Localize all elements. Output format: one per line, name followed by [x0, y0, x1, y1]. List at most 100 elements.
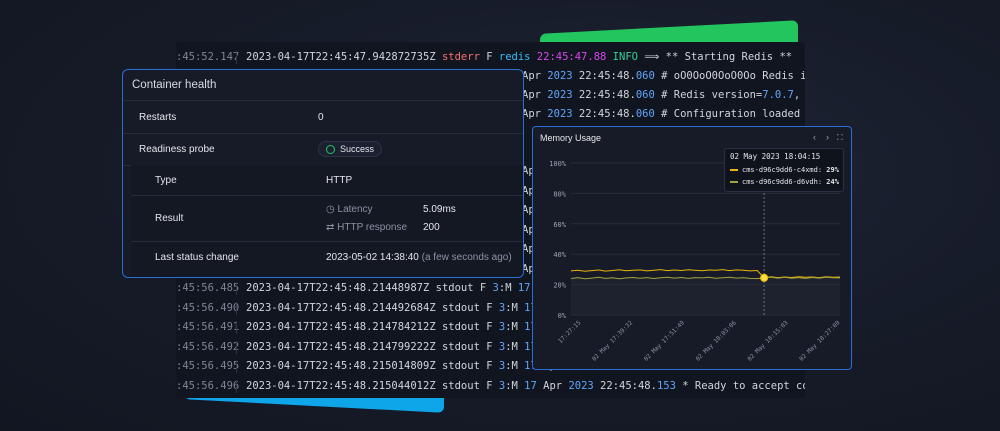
log-token: redis — [498, 51, 531, 63]
status-text: Success — [340, 144, 375, 154]
log-token: # oO0OoO0OoO0Oo Redis is st — [661, 70, 805, 82]
type-row: Type HTTP — [131, 165, 523, 196]
log-token: 2023-04-17T22:45:48.214799222Z stdout F — [246, 340, 499, 353]
log-token: ⟹ ** Starting Redis ** — [637, 51, 793, 63]
success-circle-icon — [326, 144, 335, 154]
series-2-swatch — [730, 181, 738, 183]
last-status-row: Last status change 2023-05-02 14:38:40 (… — [131, 242, 523, 272]
log-line: Apr 2023 22:45:48.060 # Redis version=7.… — [522, 86, 805, 105]
result-row: Result ◷ Latency 5.09ms ⇄ HTTP response … — [131, 196, 523, 242]
last-status-relative: (a few seconds ago) — [421, 252, 512, 263]
x-tick-label: 02 May 18:27:00 — [798, 319, 842, 363]
exchange-arrows-icon: ⇄ — [326, 222, 335, 233]
y-tick-label: 100% — [549, 160, 567, 168]
log-separator — [236, 379, 237, 393]
x-tick-label: 02 May 18:03:06 — [695, 319, 739, 363]
chart-tooltip: 02 May 2023 18:04:15 cms-d96c9dd6-c4xmd:… — [724, 148, 844, 192]
panel-title: Container health — [123, 70, 523, 101]
log-token: 153 — [656, 379, 676, 392]
log-token: # Redis version= — [654, 89, 763, 101]
latency-label: Latency — [337, 204, 373, 215]
log-timestamp: :45:56.496 — [176, 379, 240, 392]
log-message: 2023-04-17T22:45:48.214492684Z stdout F … — [246, 299, 562, 318]
log-token: Apr — [536, 379, 569, 392]
log-token: :M — [505, 321, 525, 333]
log-timestamp: :45:56.485 — [176, 282, 240, 294]
log-timestamp: :45:52.147 — [176, 51, 240, 63]
y-tick-label: 0% — [558, 312, 567, 320]
log-token: :M — [505, 301, 525, 314]
log-token: Apr — [522, 108, 548, 120]
log-message: 2023-04-17T22:45:48.215014809Z stdout F … — [246, 357, 562, 376]
log-line: :45:52.147 2023-04-17T22:45:47.942872735Z… — [176, 48, 792, 67]
series-1-swatch — [730, 169, 738, 171]
log-line: :45:56.495 2023-04-17T22:45:48.215014809Z… — [176, 357, 562, 376]
log-line: Apr 2023 22:45:48.060 # Configuration lo… — [522, 105, 800, 124]
log-token: 22:45:48. — [572, 89, 636, 101]
log-timestamp: :45:56.495 — [176, 360, 240, 372]
readiness-row: Readiness probe Success — [123, 134, 523, 166]
tooltip-item-1-value: 29% — [826, 166, 839, 174]
log-token: 2023-04-17T22:45:47.942872735Z — [246, 51, 442, 63]
log-token: Apr — [522, 89, 548, 101]
http-response-label: HTTP response — [337, 222, 408, 233]
restarts-label: Restarts — [139, 112, 177, 123]
log-token: F — [479, 51, 499, 63]
area-fill — [571, 277, 840, 315]
log-token: 2023 — [568, 379, 594, 392]
tooltip-item-1: cms-d96c9dd6-c4xmd: 29% — [730, 166, 839, 174]
log-token: :M — [505, 379, 525, 392]
log-line: :45:56.496 2023-04-17T22:45:48.215044012Z… — [176, 377, 805, 396]
log-token: 2023-04-17T22:45:48.215044012Z stdout F — [246, 379, 499, 392]
cursor-point-2 — [760, 273, 769, 282]
log-message: 2023-04-17T22:45:48.214784212Z stdout F … — [246, 318, 562, 337]
log-token: 2023 — [547, 70, 573, 82]
status-badge: Success — [318, 141, 383, 157]
log-separator — [236, 360, 237, 373]
clock-icon: ◷ — [326, 204, 335, 215]
log-token: 22:45:48. — [572, 108, 636, 120]
log-token: Apr — [522, 70, 548, 82]
log-token: INFO — [612, 51, 638, 63]
log-separator — [236, 51, 237, 64]
restarts-value: 0 — [318, 112, 324, 123]
log-separator — [236, 340, 237, 354]
tooltip-item-2: cms-d96c9dd6-d6vdh: 24% — [730, 178, 839, 186]
tooltip-item-2-value: 24% — [826, 178, 839, 186]
log-token: 2023-04-17T22:45:48.21448987Z stdout F — [246, 282, 493, 294]
log-token: 22:45:48. — [593, 379, 657, 392]
log-token: stderr — [441, 51, 480, 63]
readiness-label: Readiness probe — [139, 144, 215, 155]
log-separator — [236, 301, 237, 315]
log-line: :45:56.491 2023-04-17T22:45:48.214784212Z… — [176, 318, 562, 337]
log-line: :45:56.492 2023-04-17T22:45:48.214799222Z… — [176, 338, 562, 357]
last-status-label: Last status change — [155, 252, 239, 263]
result-label: Result — [155, 213, 184, 224]
log-message: 2023-04-17T22:45:47.942872735Z stderr F … — [246, 48, 792, 67]
y-tick-label: 20% — [553, 282, 566, 290]
tooltip-time: 02 May 2023 18:04:15 — [730, 152, 821, 161]
log-timestamp: :45:56.490 — [176, 301, 240, 314]
log-token: 7.0.7 — [762, 89, 794, 101]
tooltip-item-2-name: cms-d96c9dd6-d6vdh: — [742, 178, 823, 186]
series-line-1 — [570, 269, 841, 279]
container-health-panel: Container health Restarts 0 Readiness pr… — [122, 69, 524, 278]
log-separator — [236, 321, 237, 334]
log-message: 2023-04-17T22:45:48.215044012Z stdout F … — [246, 377, 805, 396]
log-token: , bits — [793, 89, 805, 101]
log-timestamp: :45:56.491 — [176, 321, 240, 333]
log-token: 2023 — [547, 108, 573, 120]
log-token: * Ready to accept connectio — [682, 379, 805, 392]
tooltip-item-1-name: cms-d96c9dd6-c4xmd: — [742, 166, 823, 174]
log-token: 22:45:48. — [572, 70, 636, 82]
x-tick-label: 02 May 17:51:49 — [643, 319, 687, 363]
latency-value: 5.09ms — [423, 204, 456, 215]
log-timestamp: :45:56.492 — [176, 340, 240, 353]
x-tick-label: 02 May 17:39:32 — [591, 319, 635, 363]
http-response-value: 200 — [423, 222, 440, 233]
log-token: :M — [505, 360, 525, 372]
restarts-row: Restarts 0 — [123, 101, 523, 134]
log-token: 2023-04-17T22:45:48.214492684Z stdout F — [246, 301, 499, 314]
last-status-value: 2023-05-02 14:38:40 — [326, 252, 419, 263]
log-token: 060 — [635, 89, 655, 101]
